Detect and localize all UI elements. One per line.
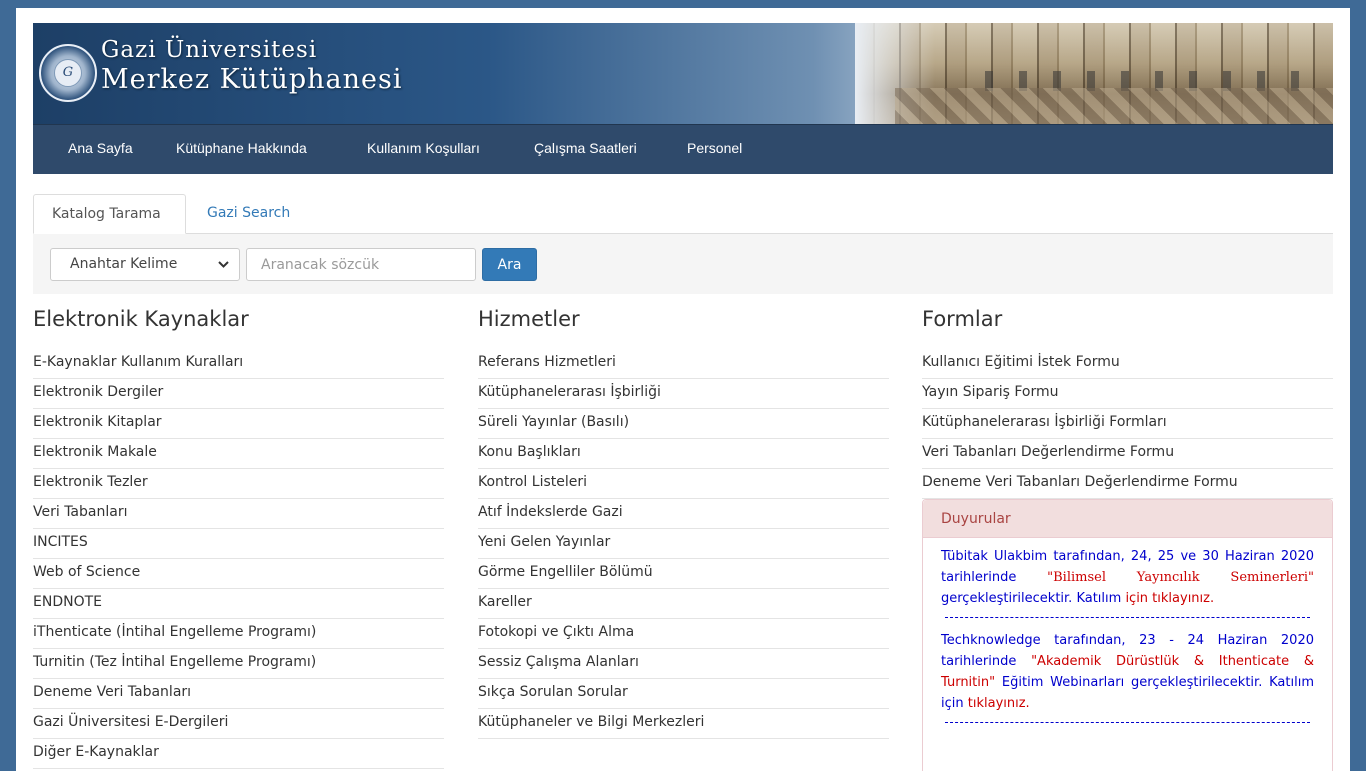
electronic-resources-title: Elektronik Kaynaklar xyxy=(33,307,249,331)
list-item[interactable]: Yayın Sipariş Formu xyxy=(922,379,1333,409)
list-item[interactable]: Veri Tabanları xyxy=(33,499,444,529)
list-item[interactable]: Deneme Veri Tabanları xyxy=(33,679,444,709)
chevron-down-icon xyxy=(217,249,230,292)
tab-katalog-tarama[interactable]: Katalog Tarama xyxy=(33,194,186,234)
university-seal-icon: G xyxy=(39,44,97,102)
search-input[interactable] xyxy=(246,248,476,281)
services-list: Referans Hizmetleri Kütüphanelerarası İş… xyxy=(478,349,889,739)
forms-column: Formlar Kullanıcı Eğitimi İstek Formu Ya… xyxy=(922,298,1333,499)
list-item[interactable]: Kütüphanelerarası İşbirliği xyxy=(478,379,889,409)
announcement-link[interactable]: için tıklayınız. xyxy=(1125,591,1214,606)
list-item[interactable]: Sıkça Sorulan Sorular xyxy=(478,679,889,709)
site-title-line2: Merkez Kütüphanesi xyxy=(101,64,403,95)
list-item[interactable]: Fotokopi ve Çıktı Alma xyxy=(478,619,889,649)
nav-item-personel[interactable]: Personel xyxy=(687,140,742,156)
search-bar: Anahtar Kelime Ara xyxy=(33,234,1333,294)
search-field-select-value: Anahtar Kelime xyxy=(70,256,178,272)
main-navbar: Ana Sayfa Kütüphane Hakkında Kullanım Ko… xyxy=(33,124,1333,174)
services-column: Hizmetler Referans Hizmetleri Kütüphanel… xyxy=(478,298,889,739)
list-item[interactable]: Kareller xyxy=(478,589,889,619)
services-title: Hizmetler xyxy=(478,307,580,331)
announcement-link[interactable]: tıklayınız. xyxy=(968,696,1030,711)
announcement-item[interactable]: Techknowledge tarafından, 23 - 24 Hazira… xyxy=(941,630,1314,714)
forms-title: Formlar xyxy=(922,307,1003,331)
announcement-highlight: "Akademik Dürüstlük & xyxy=(1031,654,1204,669)
list-item[interactable]: ENDNOTE xyxy=(33,589,444,619)
list-item[interactable]: Kullanıcı Eğitimi İstek Formu xyxy=(922,349,1333,379)
header-banner[interactable]: G Gazi Üniversitesi Merkez Kütüphanesi xyxy=(33,23,1333,124)
list-item[interactable]: Referans Hizmetleri xyxy=(478,349,889,379)
nav-item-calisma-saatleri[interactable]: Çalışma Saatleri xyxy=(534,140,637,156)
list-item[interactable]: Atıf İndekslerde Gazi xyxy=(478,499,889,529)
announcement-item[interactable]: Tübitak Ulakbim tarafından, 24, 25 ve 30… xyxy=(941,546,1314,609)
list-item[interactable]: Gazi Üniversitesi E-Dergileri xyxy=(33,709,444,739)
library-photo xyxy=(855,23,1333,124)
list-item[interactable]: iThenticate (İntihal Engelleme Programı) xyxy=(33,619,444,649)
list-item[interactable]: Kütüphanelerarası İşbirliği Formları xyxy=(922,409,1333,439)
list-item[interactable]: Kontrol Listeleri xyxy=(478,469,889,499)
forms-list: Kullanıcı Eğitimi İstek Formu Yayın Sipa… xyxy=(922,349,1333,499)
list-item[interactable]: Yeni Gelen Yayınlar xyxy=(478,529,889,559)
list-item[interactable]: Elektronik Tezler xyxy=(33,469,444,499)
search-field-select[interactable]: Anahtar Kelime xyxy=(50,248,240,281)
list-item[interactable]: E-Kaynaklar Kullanım Kuralları xyxy=(33,349,444,379)
list-item[interactable]: Elektronik Kitaplar xyxy=(33,409,444,439)
list-item[interactable]: INCITES xyxy=(33,529,444,559)
announcement-separator xyxy=(945,617,1310,618)
announcements-heading: Duyurular xyxy=(923,500,1332,538)
announcements-panel: Duyurular Tübitak Ulakbim tarafından, 24… xyxy=(922,499,1333,771)
list-item[interactable]: Kütüphaneler ve Bilgi Merkezleri xyxy=(478,709,889,739)
announcements-body: Tübitak Ulakbim tarafından, 24, 25 ve 30… xyxy=(923,538,1332,723)
announcement-separator xyxy=(945,722,1310,723)
list-item[interactable]: Sessiz Çalışma Alanları xyxy=(478,649,889,679)
list-item[interactable]: Elektronik Dergiler xyxy=(33,379,444,409)
list-item[interactable]: Veri Tabanları Değerlendirme Formu xyxy=(922,439,1333,469)
list-item[interactable]: Süreli Yayınlar (Basılı) xyxy=(478,409,889,439)
list-item[interactable]: Turnitin (Tez İntihal Engelleme Programı… xyxy=(33,649,444,679)
nav-item-kutuphane-hakkinda[interactable]: Kütüphane Hakkında xyxy=(176,140,307,156)
page-container: G Gazi Üniversitesi Merkez Kütüphanesi A… xyxy=(16,8,1350,771)
site-title: Gazi Üniversitesi Merkez Kütüphanesi xyxy=(101,35,403,95)
site-title-line1: Gazi Üniversitesi xyxy=(101,37,318,63)
list-item[interactable]: Diğer E-Kaynaklar xyxy=(33,739,444,769)
electronic-resources-list: E-Kaynaklar Kullanım Kuralları Elektroni… xyxy=(33,349,444,769)
search-button[interactable]: Ara xyxy=(482,248,537,281)
announcement-highlight: "Bilimsel Yayıncılık Seminerleri" xyxy=(1047,570,1314,585)
nav-item-ana-sayfa[interactable]: Ana Sayfa xyxy=(68,140,133,156)
list-item[interactable]: Deneme Veri Tabanları Değerlendirme Form… xyxy=(922,469,1333,499)
list-item[interactable]: Konu Başlıkları xyxy=(478,439,889,469)
nav-item-kullanim-kosullari[interactable]: Kullanım Koşulları xyxy=(367,140,480,156)
list-item[interactable]: Görme Engelliler Bölümü xyxy=(478,559,889,589)
list-item[interactable]: Web of Science xyxy=(33,559,444,589)
tab-gazi-search[interactable]: Gazi Search xyxy=(189,194,308,234)
electronic-resources-column: Elektronik Kaynaklar E-Kaynaklar Kullanı… xyxy=(33,298,444,769)
list-item[interactable]: Elektronik Makale xyxy=(33,439,444,469)
